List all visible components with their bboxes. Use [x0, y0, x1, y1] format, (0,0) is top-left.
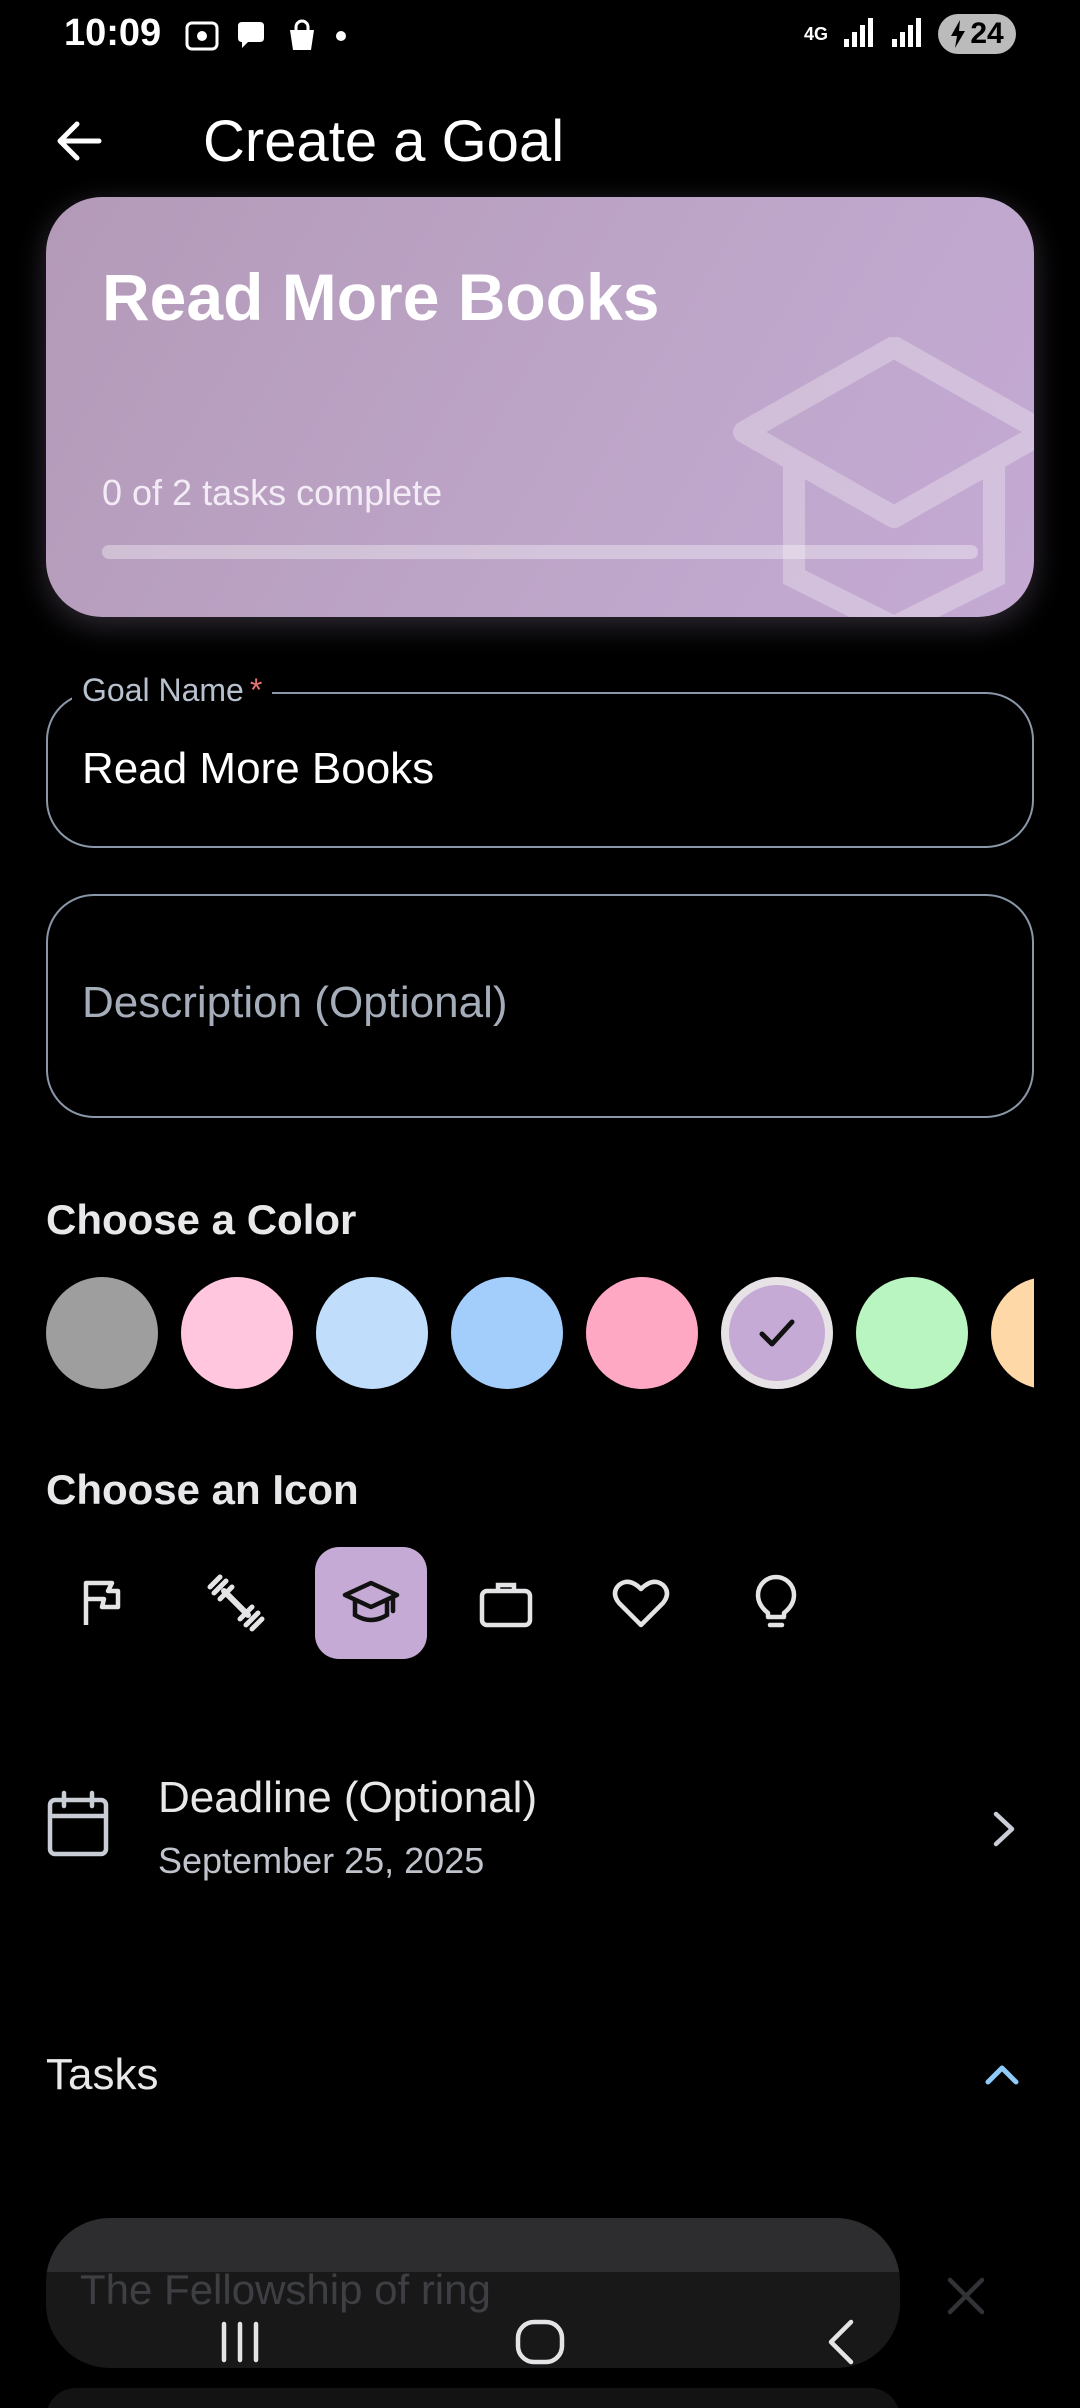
color-swatch[interactable]	[181, 1277, 293, 1389]
choose-color-heading: Choose a Color	[46, 1196, 357, 1243]
shopping-bag-icon	[284, 18, 320, 54]
network-type: 4G	[803, 24, 828, 44]
signal-icon	[842, 15, 876, 54]
calendar-icon	[47, 1790, 109, 1857]
page-title: Create a Goal	[203, 109, 565, 174]
description-field[interactable]	[46, 894, 1034, 1118]
status-notification-icons	[184, 18, 348, 54]
graduation-cap-icon	[342, 1580, 400, 1623]
flag-icon	[83, 1580, 121, 1625]
dumbbell-icon	[207, 1574, 265, 1632]
icon-option-health[interactable]	[585, 1547, 697, 1659]
description-input[interactable]	[82, 978, 982, 1028]
signal-icon-2	[890, 15, 924, 54]
system-back-button[interactable]	[803, 2302, 883, 2382]
goal-name-field[interactable]: Goal Name *	[46, 672, 1034, 848]
briefcase-icon	[479, 1582, 533, 1628]
color-swatch[interactable]	[721, 1277, 833, 1389]
graduation-cap-watermark-icon	[733, 337, 1034, 617]
deadline-value: September 25, 2025	[158, 1840, 485, 1881]
recent-apps-button[interactable]	[200, 2302, 280, 2382]
chevron-up-icon	[985, 2065, 1019, 2085]
deadline-row[interactable]: Deadline (Optional) September 25, 2025	[46, 1760, 1034, 1898]
goal-name-label-text: Goal Name	[82, 672, 244, 708]
dot-icon	[334, 18, 348, 54]
icon-option-flag[interactable]	[46, 1547, 158, 1659]
icon-option-ideas[interactable]	[720, 1547, 832, 1659]
goal-name-label: Goal Name *	[72, 672, 273, 709]
icon-option-work[interactable]	[450, 1547, 562, 1659]
heart-icon	[612, 1579, 670, 1628]
tasks-heading: Tasks	[46, 2050, 159, 2099]
chevron-right-icon	[993, 1811, 1015, 1847]
status-bar: 10:09 4G 24	[0, 0, 1080, 72]
deadline-label: Deadline (Optional)	[158, 1773, 538, 1822]
color-swatch[interactable]	[316, 1277, 428, 1389]
arrow-back-icon	[57, 121, 102, 161]
icon-option-fitness[interactable]	[180, 1547, 292, 1659]
color-swatch[interactable]	[856, 1277, 968, 1389]
preview-goal-title: Read More Books	[102, 260, 660, 334]
lightbulb-icon	[755, 1574, 797, 1628]
battery-indicator: 24	[938, 14, 1016, 54]
check-icon	[759, 1319, 795, 1347]
color-swatch-row	[46, 1277, 1034, 1389]
icon-option-education[interactable]	[315, 1547, 427, 1659]
screenshot-icon	[184, 18, 220, 54]
color-swatch[interactable]	[586, 1277, 698, 1389]
home-button[interactable]	[500, 2302, 580, 2382]
choose-icon-heading: Choose an Icon	[46, 1466, 359, 1513]
goal-preview-card: Read More Books 0 of 2 tasks complete	[46, 197, 1034, 617]
color-swatch[interactable]	[46, 1277, 158, 1389]
recent-apps-icon	[221, 2321, 259, 2363]
tasks-collapse-button[interactable]	[972, 2044, 1032, 2104]
chat-bubble-icon	[234, 18, 270, 54]
chevron-left-icon	[828, 2319, 854, 2365]
back-button[interactable]	[48, 110, 110, 172]
color-swatch[interactable]	[991, 1277, 1034, 1389]
system-navigation-bar	[0, 2272, 1080, 2408]
required-marker: *	[249, 672, 263, 708]
charging-icon	[951, 20, 966, 48]
battery-level: 24	[970, 17, 1004, 50]
status-right: 4G 24	[804, 14, 1016, 54]
goal-name-input[interactable]	[82, 744, 982, 794]
preview-progress-text: 0 of 2 tasks complete	[102, 472, 443, 513]
home-icon	[515, 2319, 565, 2365]
status-time: 10:09	[64, 12, 162, 54]
color-swatch[interactable]	[451, 1277, 563, 1389]
preview-progress-bar	[102, 545, 978, 559]
